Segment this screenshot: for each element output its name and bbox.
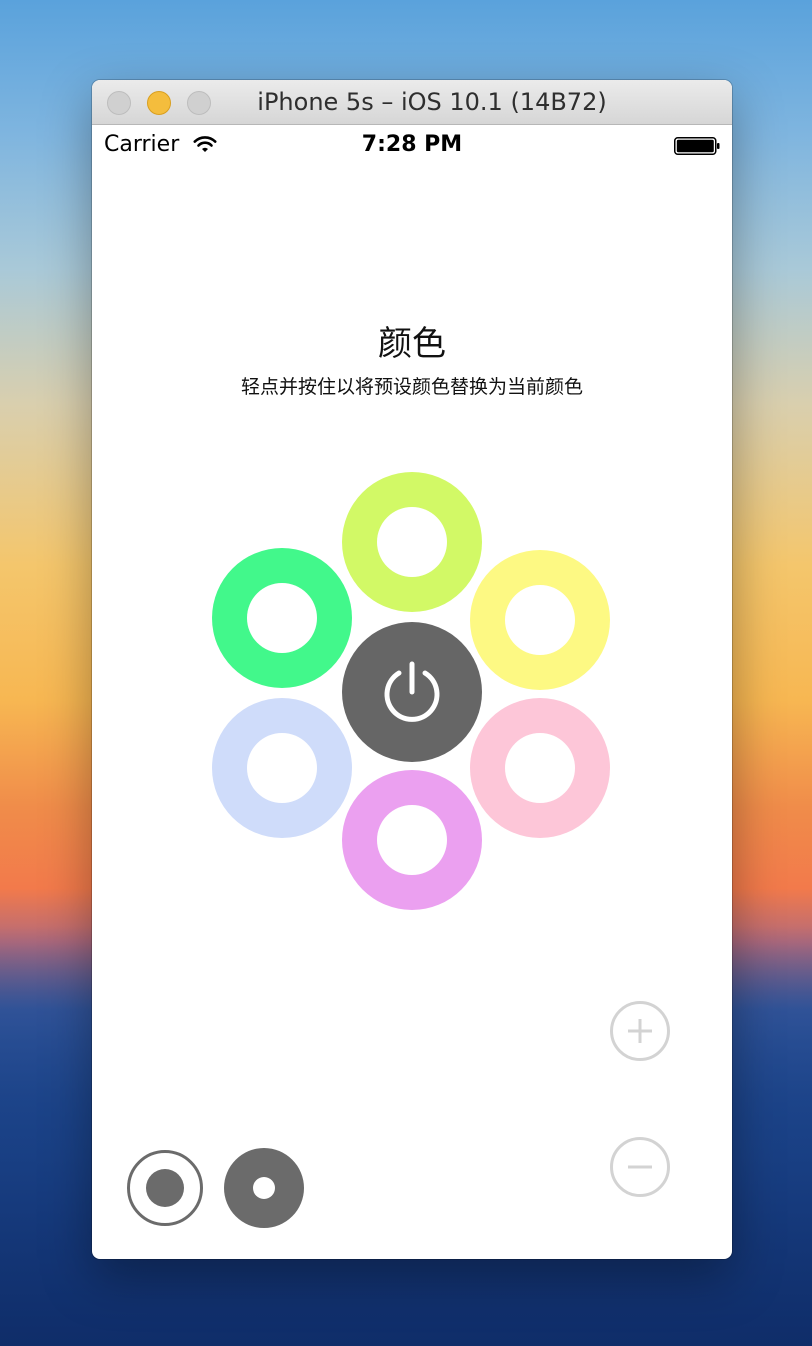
mode-ring-button[interactable] [127, 1150, 203, 1226]
color-preset-hole [377, 805, 447, 875]
color-preset-light-blue[interactable] [212, 698, 352, 838]
status-time: 7:28 PM [361, 132, 463, 157]
color-preset-yellow[interactable] [470, 550, 610, 690]
power-button[interactable] [342, 622, 482, 762]
page-title: 颜色 [378, 324, 446, 364]
minus-icon [628, 1165, 652, 1169]
mode-filled-button[interactable] [224, 1148, 304, 1228]
plus-icon [628, 1019, 652, 1043]
color-preset-pink[interactable] [470, 698, 610, 838]
increase-button[interactable] [610, 1001, 670, 1061]
filled-dot-icon [253, 1177, 275, 1199]
color-preset-violet[interactable] [342, 770, 482, 910]
page-subtitle: 轻点并按住以将预设颜色替换为当前颜色 [240, 376, 583, 398]
simulator-window: iPhone 5s – iOS 10.1 (14B72) Carrier 7:2… [92, 80, 732, 1259]
color-preset-hole [377, 507, 447, 577]
color-preset-hole [505, 585, 575, 655]
ios-status-bar: Carrier 7:28 PM [92, 125, 732, 165]
window-title: iPhone 5s – iOS 10.1 (14B72) [257, 88, 607, 116]
color-preset-hole [247, 733, 317, 803]
decrease-button[interactable] [610, 1137, 670, 1197]
battery-icon [674, 137, 720, 155]
ring-dot-icon [146, 1169, 184, 1207]
color-preset-lime[interactable] [342, 472, 482, 612]
color-preset-hole [247, 583, 317, 653]
color-preset-hole [505, 733, 575, 803]
window-titlebar[interactable]: iPhone 5s – iOS 10.1 (14B72) [92, 80, 732, 125]
color-preset-green[interactable] [212, 548, 352, 688]
power-icon [384, 661, 440, 722]
